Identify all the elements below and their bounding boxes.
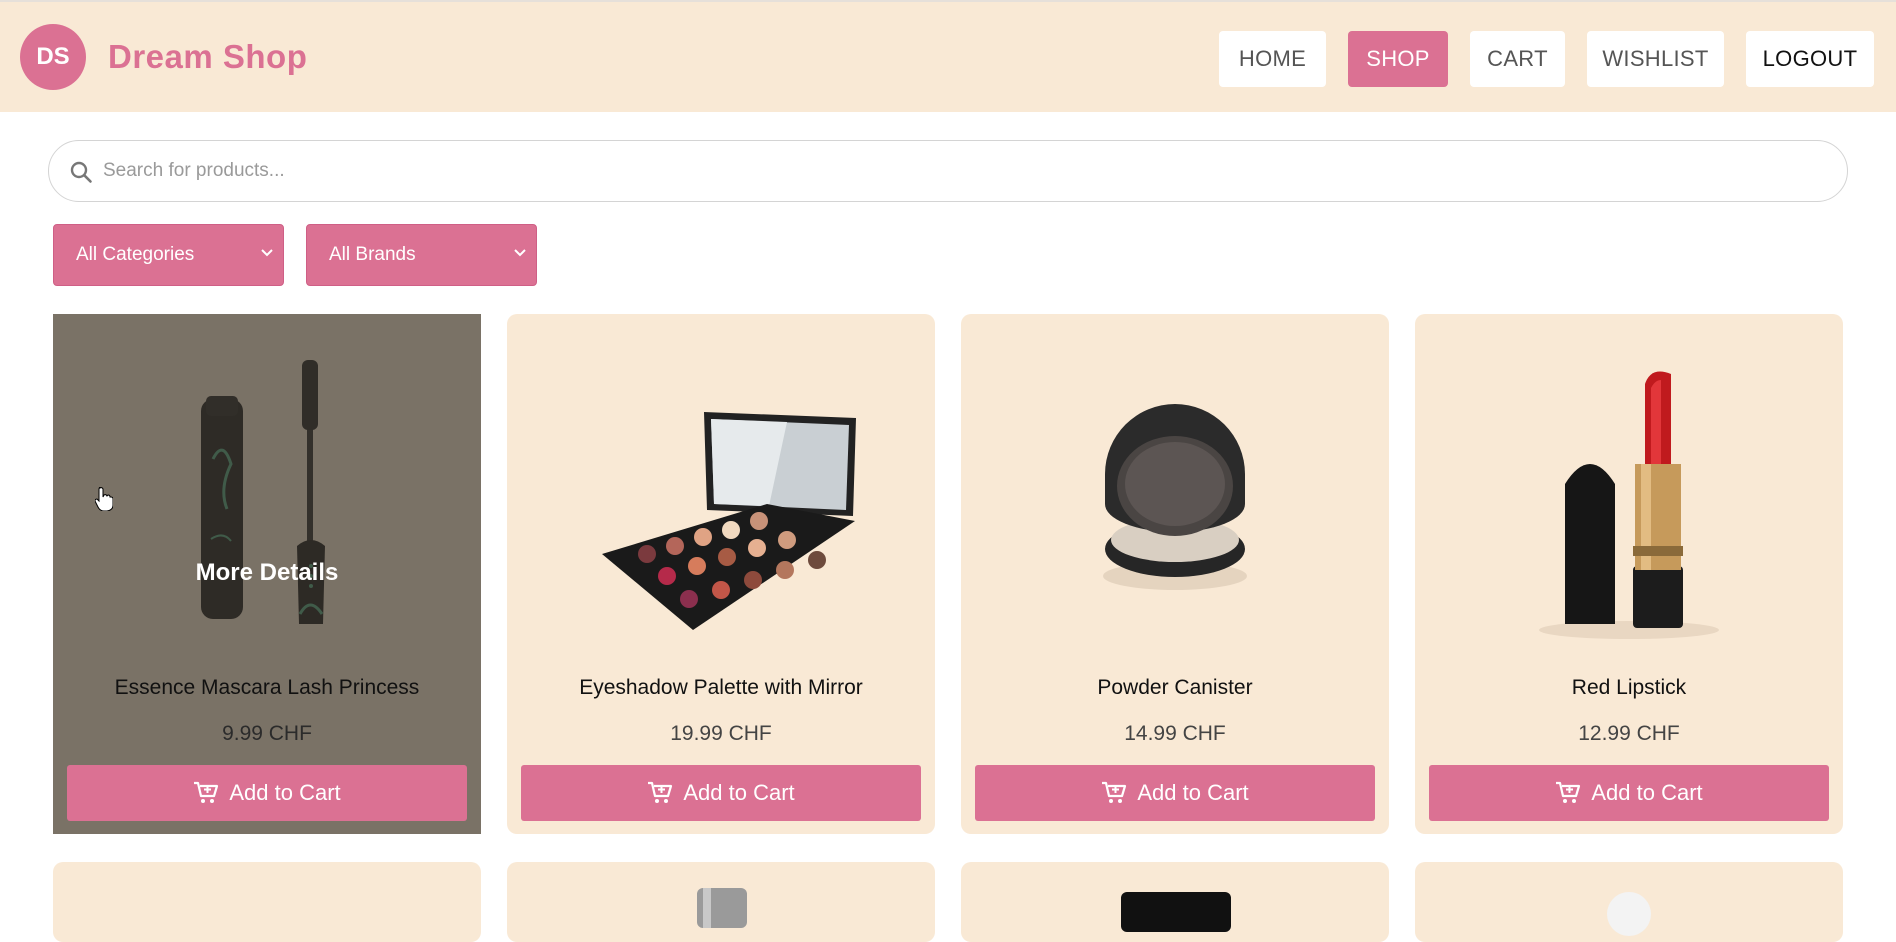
product-card[interactable]: Powder Canister 14.99 CHF Add to Cart (961, 314, 1389, 834)
nav-logout-button[interactable]: LOGOUT (1746, 31, 1874, 87)
product-card[interactable]: Red Lipstick 12.99 CHF Add to Cart (1415, 314, 1843, 834)
product-image-eyeshadow[interactable] (507, 314, 935, 644)
category-select[interactable]: All Categories (53, 224, 284, 286)
site-header: DS Dream Shop HOME SHOP CART WISHLIST LO… (0, 0, 1896, 112)
product-price: 9.99 CHF (222, 722, 312, 745)
pointer-cursor-icon (95, 487, 113, 511)
product-image[interactable] (1415, 862, 1843, 942)
nav-cart-button[interactable]: CART (1470, 31, 1565, 87)
product-card[interactable] (53, 862, 481, 942)
product-name: Powder Canister (1097, 676, 1253, 699)
add-to-cart-button[interactable]: Add to Cart (67, 765, 467, 821)
product-image[interactable] (961, 862, 1389, 942)
add-to-cart-label: Add to Cart (1137, 780, 1249, 805)
product-image[interactable] (507, 862, 935, 942)
product-price: 19.99 CHF (670, 722, 772, 745)
search-input[interactable] (103, 151, 1803, 191)
product-name: Essence Mascara Lash Princess (114, 676, 420, 699)
add-to-cart-button[interactable]: Add to Cart (1429, 765, 1829, 821)
product-price: 14.99 CHF (1124, 722, 1226, 745)
product-price: 12.99 CHF (1578, 722, 1680, 745)
product-card[interactable] (1415, 862, 1843, 942)
brand-select-label: All Brands (329, 244, 416, 265)
cart-icon (1102, 781, 1127, 803)
add-to-cart-label: Add to Cart (1591, 780, 1703, 805)
product-name: Red Lipstick (1571, 676, 1687, 699)
product-image-lipstick[interactable] (1415, 314, 1843, 644)
category-select-label: All Categories (76, 244, 195, 265)
product-name: Eyeshadow Palette with Mirror (579, 676, 863, 699)
product-card[interactable] (961, 862, 1389, 942)
nav-wishlist-button[interactable]: WISHLIST (1587, 31, 1724, 87)
nav-shop-button[interactable]: SHOP (1348, 31, 1448, 87)
cart-icon (194, 781, 219, 803)
cart-icon (648, 781, 673, 803)
chevron-down-icon (514, 249, 526, 257)
search-icon (70, 161, 92, 183)
more-details-label[interactable]: More Details (53, 559, 481, 587)
product-card[interactable]: More Details Essence Mascara Lash Prince… (53, 314, 481, 834)
add-to-cart-button[interactable]: Add to Cart (975, 765, 1375, 821)
add-to-cart-label: Add to Cart (683, 780, 795, 805)
logo-badge[interactable]: DS (20, 24, 86, 90)
product-card[interactable] (507, 862, 935, 942)
cart-icon (1556, 781, 1581, 803)
search-bar[interactable] (48, 140, 1848, 202)
product-card[interactable]: Eyeshadow Palette with Mirror 19.99 CHF … (507, 314, 935, 834)
brand-select[interactable]: All Brands (306, 224, 537, 286)
chevron-down-icon (261, 249, 273, 257)
add-to-cart-label: Add to Cart (229, 780, 341, 805)
nav-home-button[interactable]: HOME (1219, 31, 1326, 87)
product-image-powder[interactable] (961, 314, 1389, 644)
brand-name[interactable]: Dream Shop (108, 38, 307, 76)
add-to-cart-button[interactable]: Add to Cart (521, 765, 921, 821)
